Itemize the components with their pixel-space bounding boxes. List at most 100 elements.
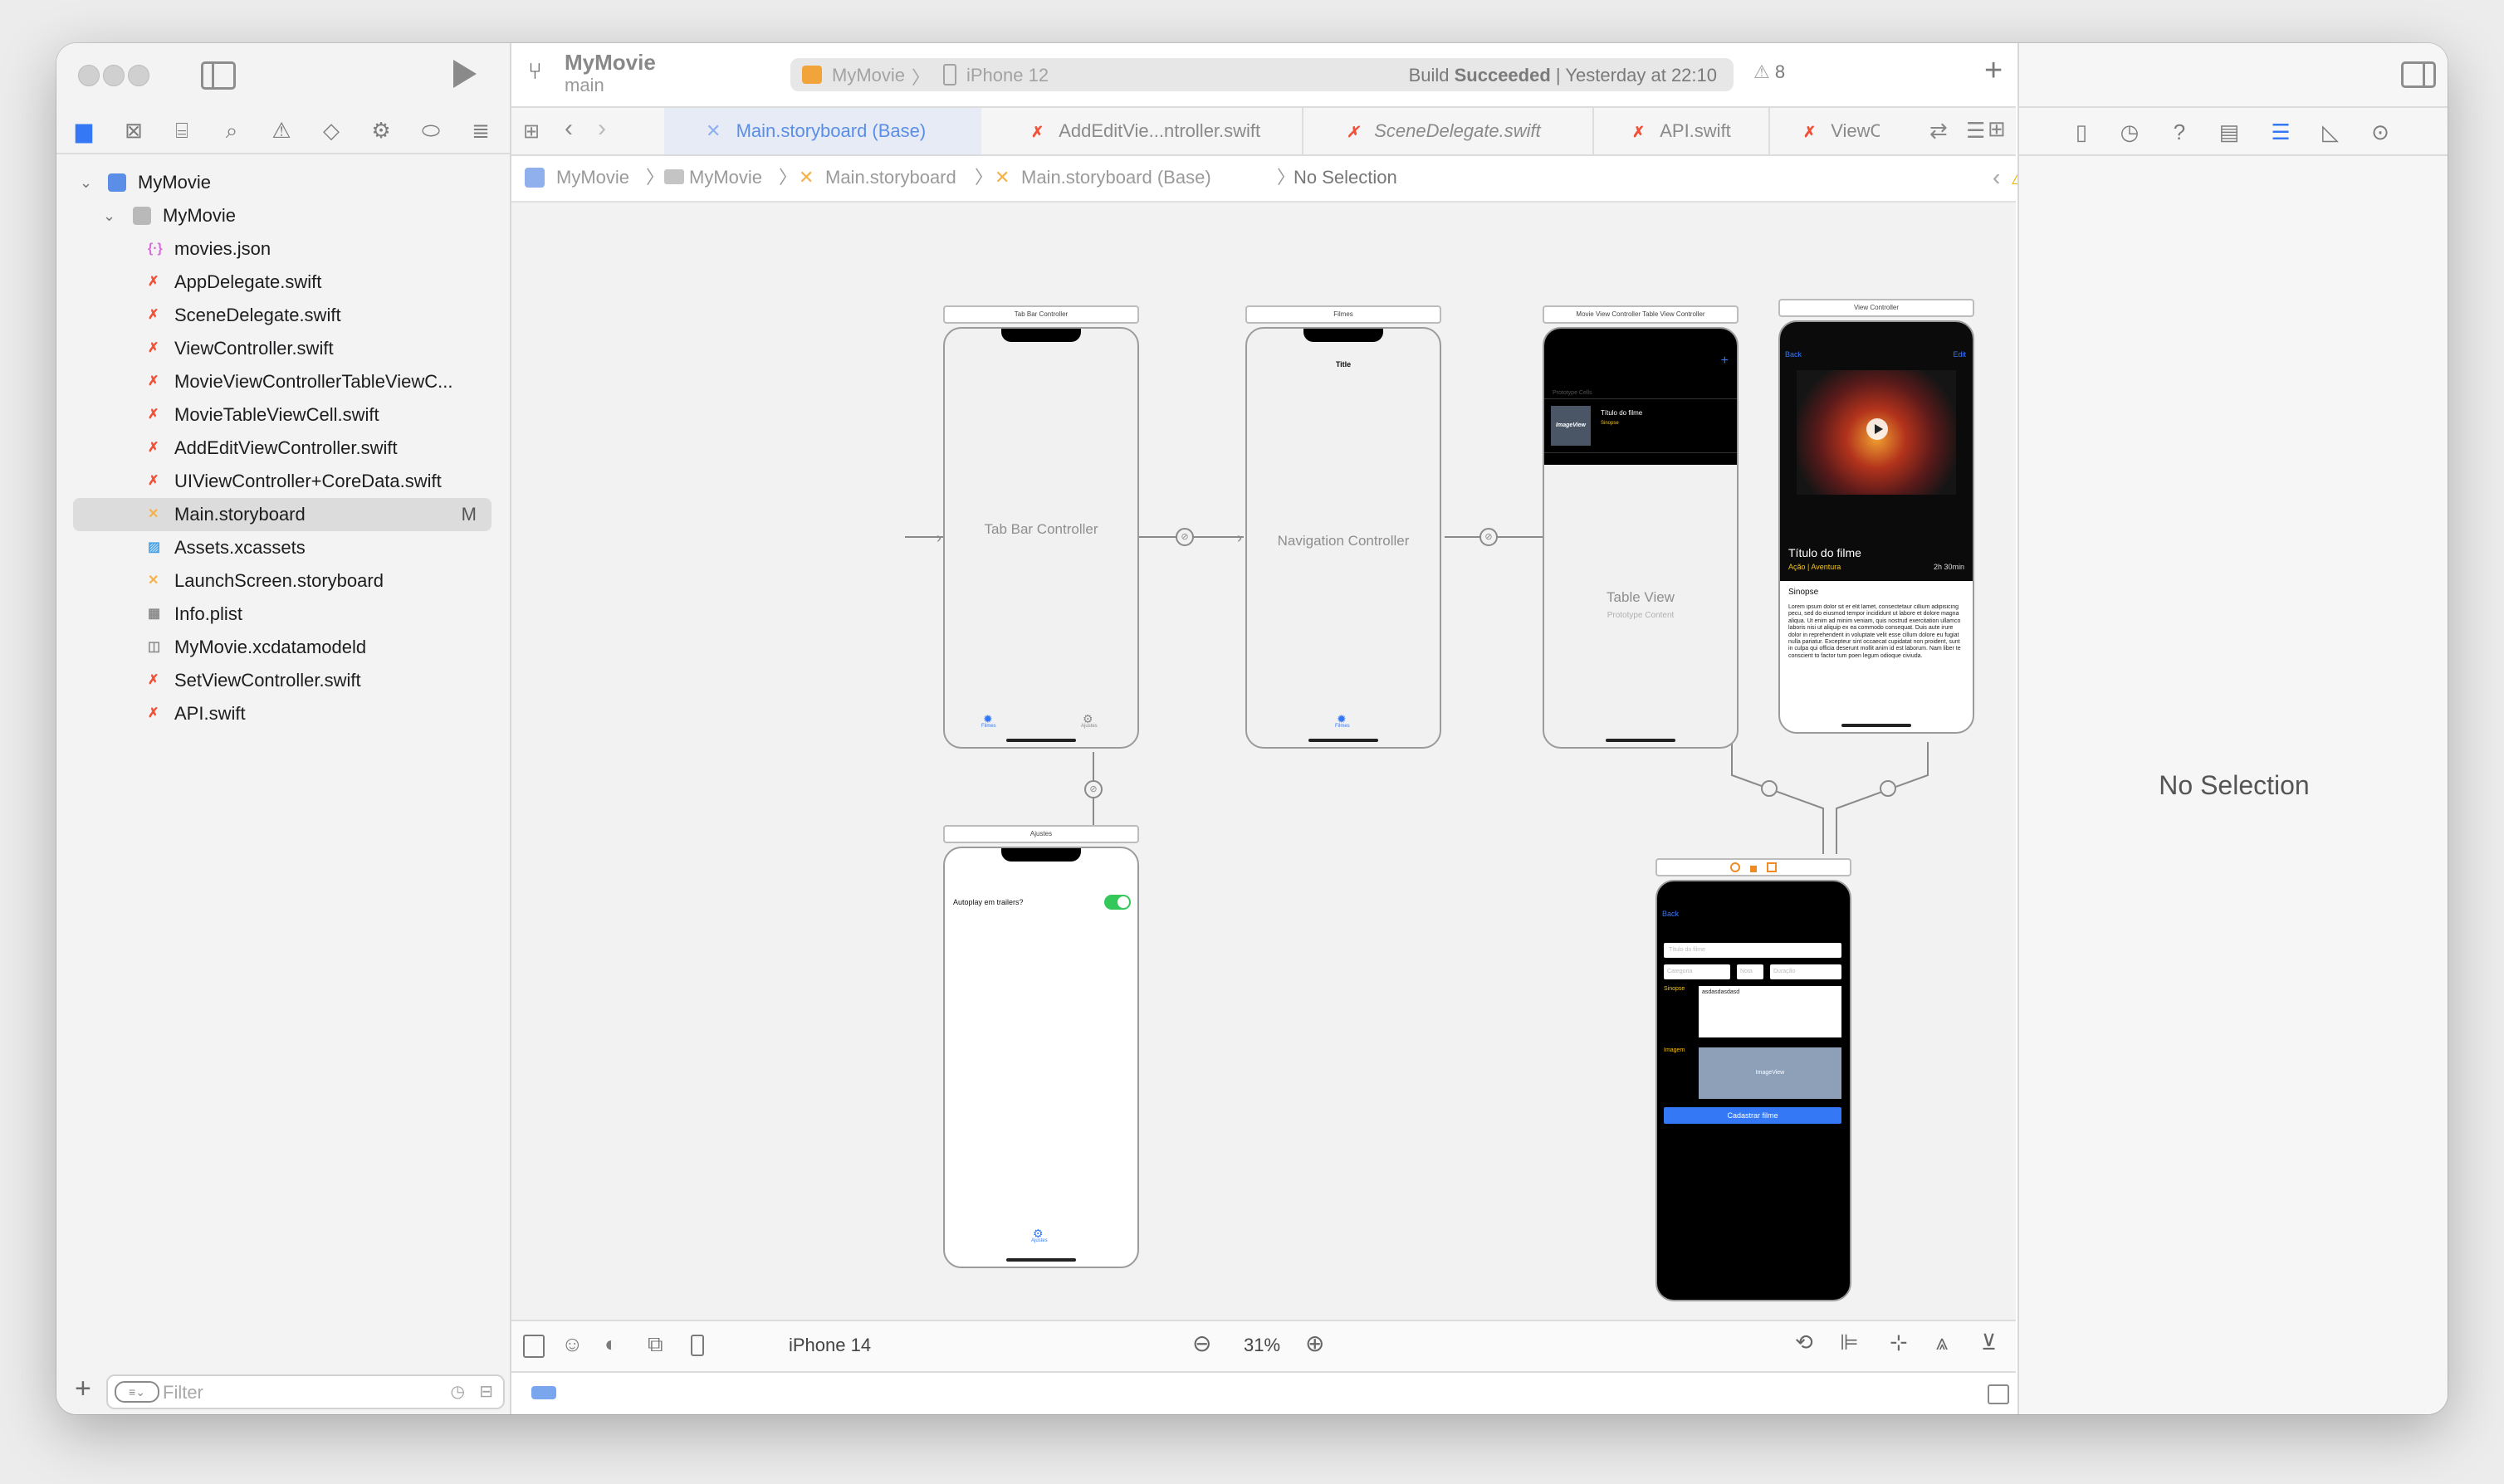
disclosure-chevron-icon[interactable]: ⌄ <box>103 199 115 232</box>
jump-item-localization[interactable]: Main.storyboard (Base) <box>1021 154 1211 201</box>
report-icon[interactable]: ≣ <box>467 116 495 144</box>
file-item[interactable]: ✗ SetViewController.swift <box>73 664 492 697</box>
scene-dock-table[interactable]: Movie View Controller Table View Control… <box>1543 305 1739 324</box>
inspector-toggle-icon[interactable] <box>2401 61 2436 88</box>
split-editor-icon[interactable]: ⊞ <box>1988 116 2006 142</box>
zoom-out-icon[interactable]: ⊖ <box>1192 1330 1211 1357</box>
file-item[interactable]: ▨ Assets.xcassets <box>73 531 492 564</box>
add-file-icon[interactable]: + <box>75 1373 91 1405</box>
help-inspector-icon[interactable]: ? <box>2165 118 2193 146</box>
file-item[interactable]: ✕ LaunchScreen.storyboard <box>73 564 492 598</box>
size-inspector-icon[interactable]: ◺ <box>2316 118 2345 146</box>
debug-icon[interactable]: ⚙ <box>367 116 395 144</box>
identity-inspector-icon[interactable]: ▤ <box>2215 118 2243 146</box>
resolve-issues-icon[interactable]: ⩓ <box>1936 1330 1949 1356</box>
orientation-icon[interactable]: ⧉ <box>648 1331 663 1358</box>
document-outline-icon[interactable] <box>523 1335 545 1358</box>
accessibility-icon[interactable]: ☺ <box>561 1331 584 1357</box>
align-icon[interactable]: ⊫ <box>1840 1330 1859 1355</box>
appearance-icon[interactable]: ◐ <box>604 1331 618 1357</box>
file-item[interactable]: ✗ AppDelegate.swift <box>73 266 492 299</box>
back-arrow-icon[interactable]: ‹ <box>565 115 573 143</box>
folder-icon[interactable]: ▆ <box>70 116 98 144</box>
segue-icon[interactable]: ⊘ <box>1084 780 1103 798</box>
add-library-icon[interactable]: + <box>1984 53 2003 89</box>
tab-main-storyboard[interactable]: ✕ Main.storyboard (Base) <box>664 108 981 154</box>
file-item[interactable]: ✗ MovieViewControllerTableViewC... <box>73 365 492 398</box>
embed-icon[interactable]: ⊻ <box>1981 1330 1997 1355</box>
file-item[interactable]: {·} movies.json <box>73 232 492 266</box>
hide-debug-area-icon[interactable] <box>1988 1384 2009 1404</box>
segue-icon[interactable]: ⊘ <box>1176 528 1194 546</box>
jump-item-group[interactable]: MyMovie <box>689 154 762 201</box>
history-inspector-icon[interactable]: ◷ <box>2115 118 2144 146</box>
sidebar-toggle-icon[interactable] <box>201 61 236 90</box>
connections-inspector-icon[interactable]: ⊙ <box>2366 118 2394 146</box>
scheme-app[interactable]: MyMovie <box>832 65 905 86</box>
tree-group-mymovie[interactable]: ⌄ MyMovie <box>73 199 492 232</box>
scene-dock-addedit[interactable] <box>1655 858 1851 876</box>
filter-field[interactable]: ≡⌄ Filter ◷ ⊟ <box>106 1374 505 1409</box>
scene-settings-view-controller[interactable]: Autoplay em trailers? ⚙ Ajustes <box>943 847 1139 1268</box>
scene-dock-tab-bar[interactable]: Tab Bar Controller <box>943 305 1139 324</box>
jump-item-file[interactable]: Main.storyboard <box>825 154 956 201</box>
scene-tab-bar-controller[interactable]: Tab Bar Controller ✹ Filmes ⚙ Ajustes <box>943 327 1139 749</box>
zoom-level[interactable]: 31% <box>1244 1335 1280 1356</box>
synopsis-text: Lorem ipsum dolor sit er elit lamet, con… <box>1788 604 1961 659</box>
symbol-icon[interactable]: ⌸ <box>168 116 196 144</box>
file-item[interactable]: ✗ API.swift <box>73 697 492 730</box>
debug-toggle-icon[interactable] <box>531 1386 556 1399</box>
warnings-badge[interactable]: ⚠ 8 <box>1753 61 1785 83</box>
prev-issue-arrow-icon[interactable]: ‹ <box>1993 164 2000 191</box>
file-item[interactable]: ▦ Info.plist <box>73 598 492 631</box>
jump-item-project[interactable]: MyMovie <box>556 154 629 201</box>
close-window-button[interactable] <box>78 65 100 86</box>
issue-icon[interactable]: ⚠ <box>267 116 296 144</box>
scene-dock-navigation[interactable]: Filmes <box>1245 305 1441 324</box>
scene-add-edit-view-controller[interactable]: Back Título do filme Categoria Nota Dura… <box>1655 880 1851 1301</box>
pin-constraints-icon[interactable]: ⊹ <box>1890 1330 1908 1355</box>
zoom-in-icon[interactable]: ⊕ <box>1305 1330 1324 1357</box>
file-item[interactable]: ◫ MyMovie.xcdatamodeld <box>73 631 492 664</box>
tab-viewcontroller[interactable]: ✗ ViewC <box>1770 108 1880 154</box>
tab-api-swift[interactable]: ✗ API.swift <box>1594 108 1770 154</box>
scene-dock-settings[interactable]: Ajustes <box>943 825 1139 843</box>
attributes-inspector-icon[interactable]: ☰ <box>2267 118 2295 146</box>
minimize-window-button[interactable] <box>103 65 125 86</box>
breakpoint-icon[interactable]: ⬭ <box>417 116 445 144</box>
storyboard-canvas[interactable]: › ⊘ › ⊘ › ⊘ ⊘ Tab Bar Controller Tab Bar… <box>511 203 2016 1320</box>
file-item[interactable]: ✗ MovieTableViewCell.swift <box>73 398 492 432</box>
tab-addedit-controller[interactable]: ✗ AddEditVie...ntroller.swift <box>986 108 1303 154</box>
tab-scenedelegate[interactable]: ✗ SceneDelegate.swift <box>1303 108 1594 154</box>
test-icon[interactable]: ◇ <box>317 116 345 144</box>
file-inspector-icon[interactable]: ▯ <box>2067 118 2096 146</box>
zoom-window-button[interactable] <box>128 65 149 86</box>
minimap-icon[interactable]: ☰ <box>1966 118 1985 144</box>
scm-filter-icon[interactable]: ⊟ <box>479 1381 493 1402</box>
recent-files-icon[interactable]: ◷ <box>451 1381 465 1402</box>
grid-menu-icon[interactable]: ⊞ <box>523 120 540 144</box>
device-icon[interactable] <box>691 1335 704 1356</box>
editor-options-icon[interactable]: ⇄ <box>1929 118 1948 144</box>
file-item[interactable]: ✗ SceneDelegate.swift <box>73 299 492 332</box>
scheme-device[interactable]: iPhone 12 <box>966 65 1049 86</box>
file-item[interactable]: ✗ UIViewController+CoreData.swift <box>73 465 492 498</box>
filter-options-icon[interactable]: ≡⌄ <box>115 1381 159 1403</box>
disclosure-chevron-icon[interactable]: ⌄ <box>80 166 92 199</box>
tree-root-project[interactable]: ⌄ MyMovie <box>73 166 492 199</box>
file-item[interactable]: ✗ ViewController.swift <box>73 332 492 365</box>
find-icon[interactable]: ⌕ <box>218 116 246 144</box>
jump-item-selection[interactable]: No Selection <box>1294 154 1397 201</box>
scene-navigation-controller[interactable]: Title Navigation Controller ✹ Filmes <box>1245 327 1441 749</box>
forward-arrow-icon[interactable]: › <box>598 115 606 143</box>
scene-dock-view-controller[interactable]: View Controller <box>1778 299 1974 317</box>
file-item[interactable]: ✕ Main.storyboard M <box>73 498 492 531</box>
run-button-icon[interactable] <box>453 60 477 88</box>
segue-icon[interactable]: ⊘ <box>1479 528 1498 546</box>
file-item[interactable]: ✗ AddEditViewController.swift <box>73 432 492 465</box>
source-control-icon[interactable]: ⊠ <box>120 116 148 144</box>
update-frames-icon[interactable]: ⟲ <box>1795 1330 1813 1355</box>
device-selector[interactable]: iPhone 14 <box>789 1335 871 1356</box>
scene-detail-view-controller[interactable]: Back Edit Título do filme Ação | Aventur… <box>1778 320 1974 734</box>
scene-table-view-controller[interactable]: + Prototype Cells ImageView Título do fi… <box>1543 327 1739 749</box>
